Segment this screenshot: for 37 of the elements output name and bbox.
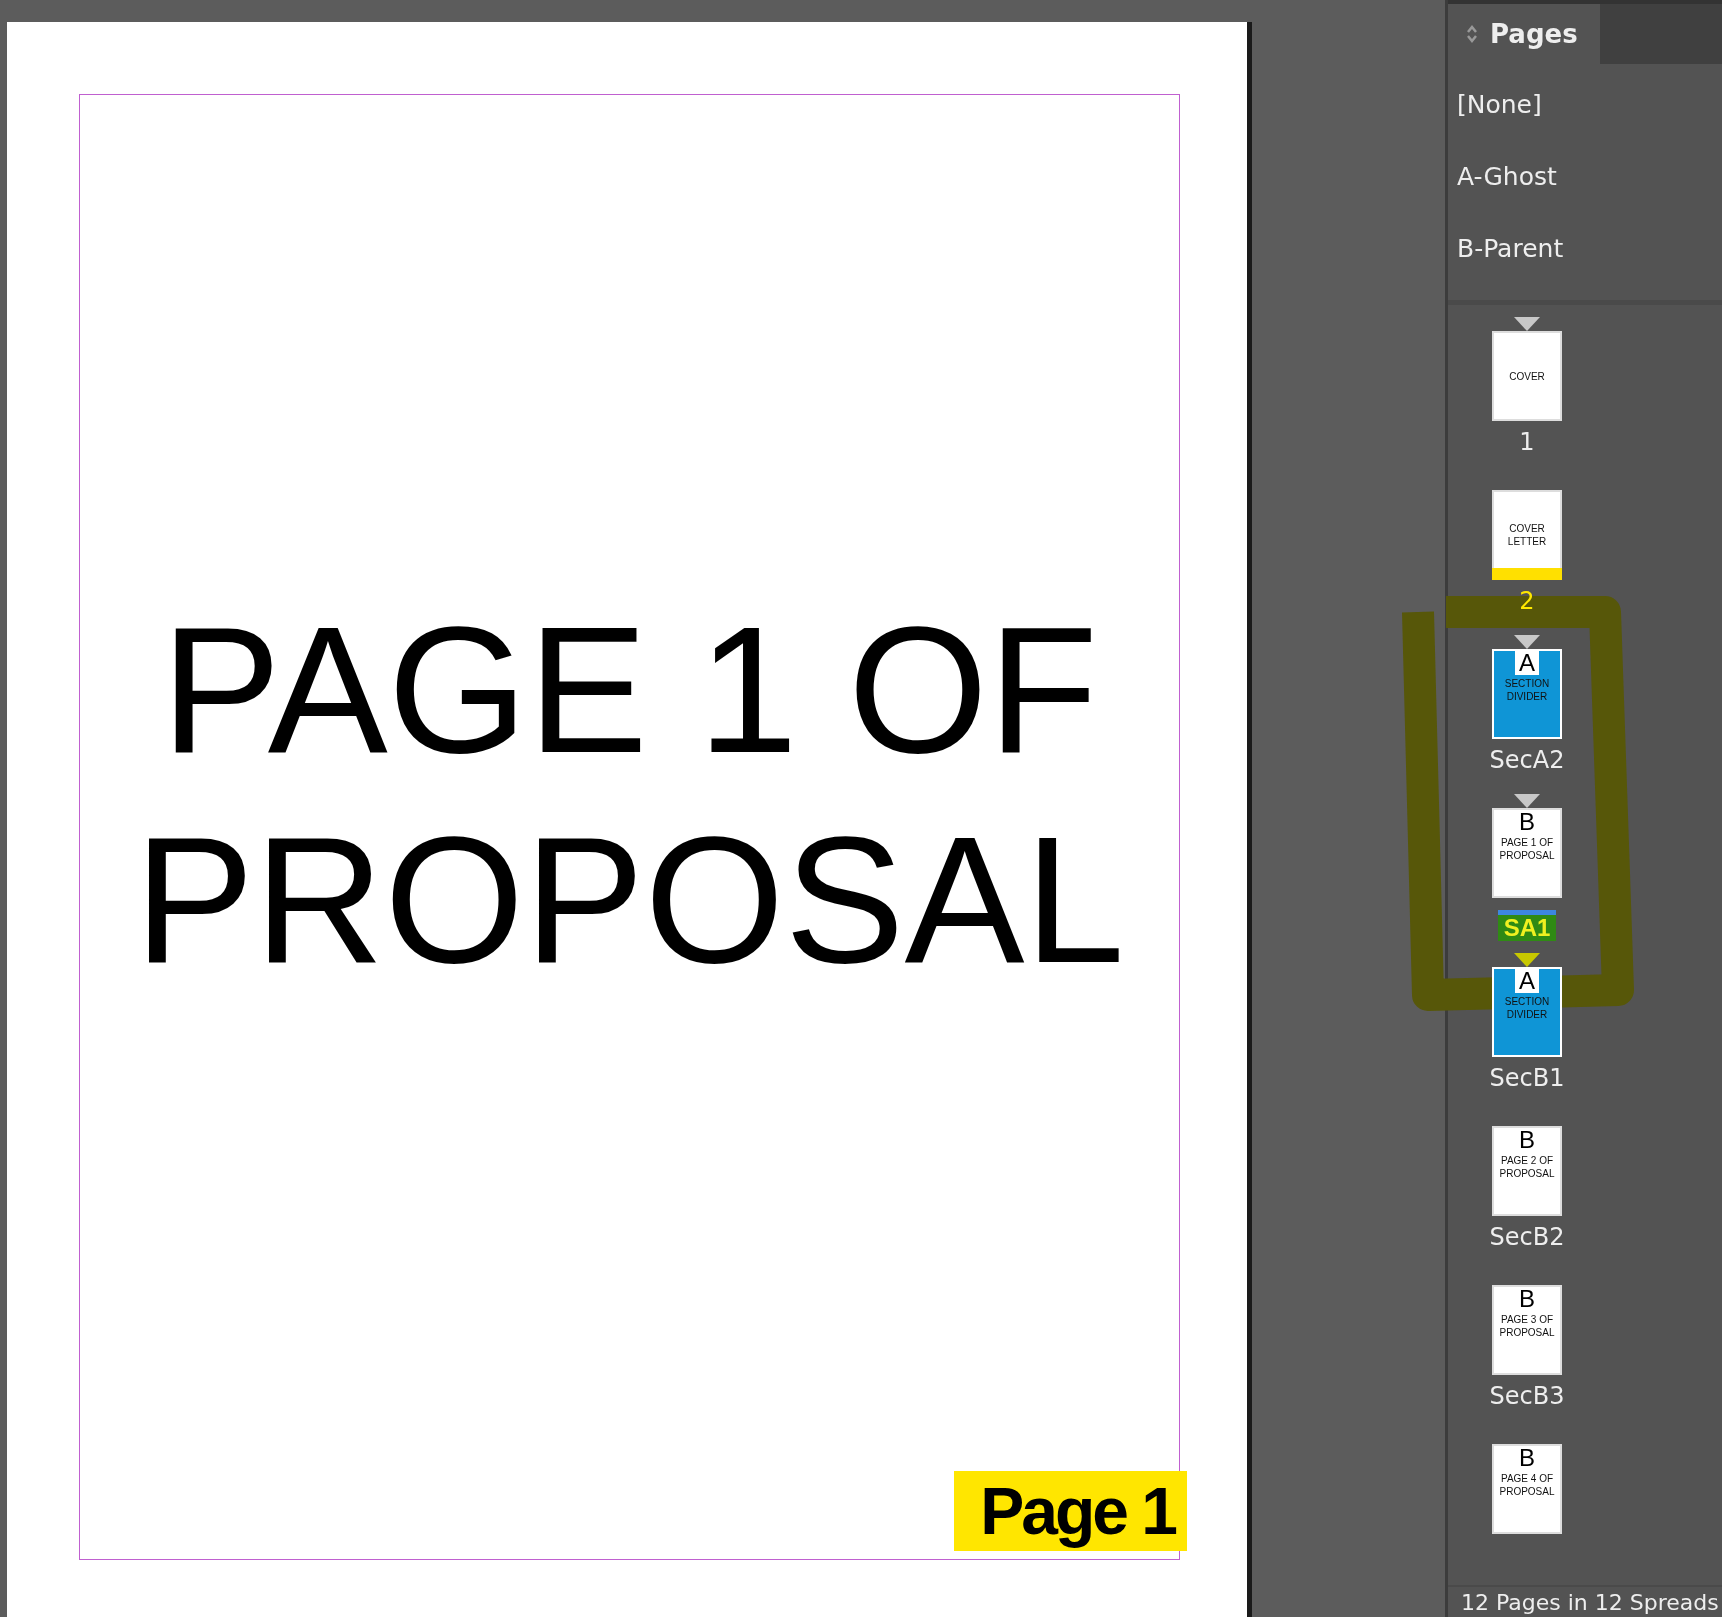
page-label: SecA2 <box>1489 745 1565 775</box>
thumbnail-text: PAGE 3 OF PROPOSAL <box>1499 1313 1555 1339</box>
page-label: SecB2 <box>1489 1222 1565 1252</box>
page-thumbnail[interactable]: COVER LETTER <box>1492 490 1562 580</box>
page-heading: PAGE 1 OF PROPOSAL <box>133 588 1126 1002</box>
page-thumbnail[interactable]: B PAGE 2 OF PROPOSAL <box>1492 1126 1562 1216</box>
panel-tab[interactable]: Pages <box>1448 4 1600 65</box>
page-number: Page 1 <box>954 1471 1187 1551</box>
parent-page-item[interactable]: [None] <box>1457 89 1722 122</box>
page-label: SecB1 <box>1489 1063 1565 1093</box>
parent-letter: A <box>1515 651 1539 675</box>
page-thumbnail[interactable]: A SECTION DIVIDER <box>1492 649 1562 739</box>
page-thumbnail[interactable]: COVER <box>1492 331 1562 421</box>
thumbnail-text: COVER LETTER <box>1507 522 1547 548</box>
page-thumbnail[interactable]: A SECTION DIVIDER <box>1492 967 1562 1057</box>
thumbnail-text: PAGE 4 OF PROPOSAL <box>1499 1472 1555 1498</box>
page-label: SecB3 <box>1489 1381 1565 1411</box>
page-label: SA1 <box>1497 910 1557 941</box>
parent-letter: B <box>1518 1128 1536 1152</box>
thumbnail-text: SECTION DIVIDER <box>1504 677 1550 703</box>
expand-collapse-icon <box>1466 24 1478 44</box>
page-label: 1 <box>1519 427 1535 457</box>
thumbnail-text: PAGE 2 OF PROPOSAL <box>1499 1154 1555 1180</box>
status-text: 12 Pages in 12 Spreads <box>1448 1585 1722 1617</box>
page-label: 2 <box>1519 586 1535 616</box>
parent-letter: B <box>1518 1287 1536 1311</box>
page-thumbnail[interactable]: B PAGE 1 OF PROPOSAL <box>1492 808 1562 898</box>
page-thumbnail[interactable]: B PAGE 3 OF PROPOSAL <box>1492 1285 1562 1375</box>
parent-page-item[interactable]: B-Parent <box>1457 233 1722 266</box>
thumbnail-text: COVER <box>1509 369 1545 383</box>
parent-letter: B <box>1518 810 1536 834</box>
thumbnail-text: SECTION DIVIDER <box>1504 995 1550 1021</box>
parent-page-item[interactable]: A-Ghost <box>1457 161 1722 194</box>
parent-letter: B <box>1518 1446 1536 1470</box>
thumbnail-text: PAGE 1 OF PROPOSAL <box>1499 836 1555 862</box>
page-thumbnail[interactable]: B PAGE 4 OF PROPOSAL <box>1492 1444 1562 1534</box>
parent-letter: A <box>1515 969 1539 993</box>
